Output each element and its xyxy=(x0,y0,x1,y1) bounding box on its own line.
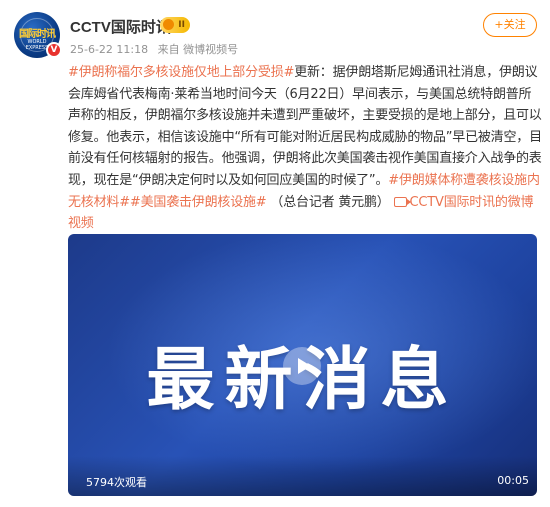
post-source: 来自 微博视频号 xyxy=(157,43,239,56)
username[interactable]: CCTV国际时讯 xyxy=(70,16,171,37)
hashtag-link[interactable]: #伊朗称福尔多核设施仅地上部分受损# xyxy=(68,65,294,80)
verified-icon: V xyxy=(46,42,62,58)
crown-icon xyxy=(163,19,174,30)
post-body-text: 更新：据伊朗塔斯尼姆通讯社消息，伊朗议会库姆省代表梅南·莱希当地时间今天（6月2… xyxy=(68,65,542,188)
reporter-credit: （总台记者 黄元鹏） xyxy=(266,194,390,210)
vip-level: II xyxy=(178,20,185,30)
follow-button[interactable]: +关注 xyxy=(483,13,537,37)
play-icon[interactable] xyxy=(283,347,321,385)
post-header: 国际时讯 WORLD EXPRESS V CCTV国际时讯 II 25-6-22… xyxy=(0,0,550,60)
timestamp[interactable]: 25-6-22 11:18 xyxy=(70,43,148,56)
video-duration: 00:05 xyxy=(497,474,529,487)
view-count: 5794次观看 xyxy=(86,476,147,489)
post-text: #伊朗称福尔多核设施仅地上部分受损#更新：据伊朗塔斯尼姆通讯社消息，伊朗议会库姆… xyxy=(68,62,542,235)
hashtag-link[interactable]: #美国袭击伊朗核设施# xyxy=(130,195,267,210)
video-icon xyxy=(393,196,411,207)
video-player[interactable]: 最新消息 5794次观看 00:05 xyxy=(68,234,537,496)
avatar-logo-text: 国际时讯 xyxy=(19,29,56,40)
post-meta: 25-6-22 11:18 来自 微博视频号 xyxy=(70,41,244,57)
vip-badge[interactable]: II xyxy=(160,17,190,33)
